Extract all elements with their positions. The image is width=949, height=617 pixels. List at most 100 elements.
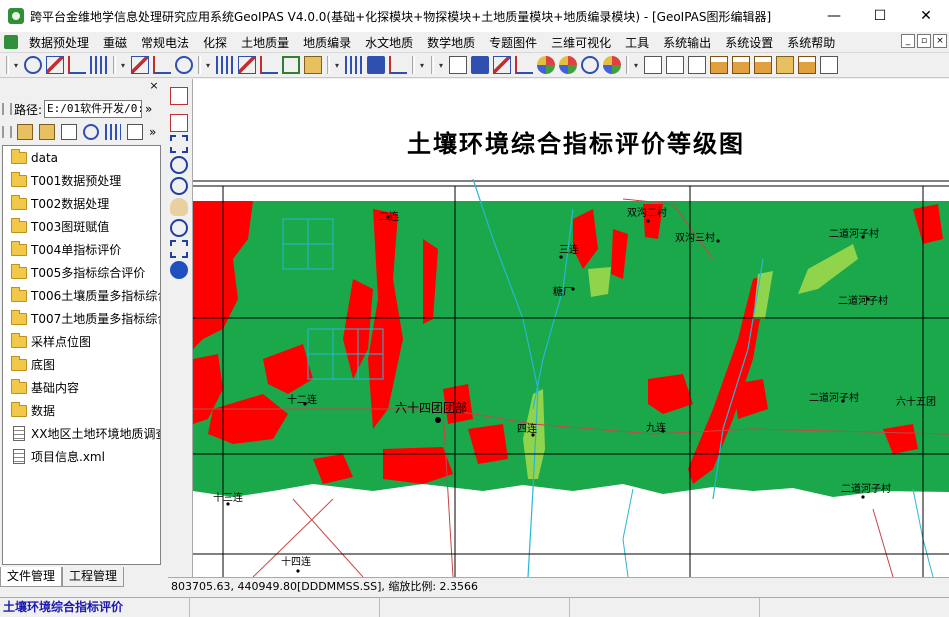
- menu-thematic[interactable]: 专题图件: [482, 34, 544, 51]
- toolbar-dropdown[interactable]: ▾: [119, 61, 127, 70]
- pan-hand-icon[interactable]: [170, 198, 188, 216]
- minimize-button[interactable]: —: [811, 0, 857, 32]
- map-canvas[interactable]: 土壤环境综合指标评价等级图 二连 双沟二村 双沟三村 三连 糖厂 二道河子村 二…: [192, 79, 949, 577]
- toolbar-grip[interactable]: [198, 56, 201, 74]
- select-icon[interactable]: [170, 87, 188, 105]
- histogram-icon[interactable]: [216, 56, 234, 74]
- properties-icon[interactable]: [105, 124, 121, 140]
- tree-item[interactable]: 数据: [3, 399, 160, 422]
- menu-hydro[interactable]: 水文地质: [358, 34, 420, 51]
- toolbar-grip[interactable]: [412, 56, 415, 74]
- grid-map-icon[interactable]: [471, 56, 489, 74]
- edit-icon[interactable]: [710, 56, 728, 74]
- print-icon[interactable]: [754, 56, 772, 74]
- file-tree[interactable]: data T001数据预处理 T002数据处理 T003图斑赋值 T004单指标…: [2, 145, 161, 565]
- stat-icon[interactable]: [367, 56, 385, 74]
- filter-icon[interactable]: [238, 56, 256, 74]
- close-button[interactable]: ✕: [903, 0, 949, 32]
- zoom-out-icon[interactable]: [170, 177, 188, 195]
- tools-more-button[interactable]: »: [149, 125, 156, 139]
- toolbar-grip[interactable]: [626, 56, 629, 74]
- line-chart-icon[interactable]: [282, 56, 300, 74]
- menu-math-geology[interactable]: 数学地质: [420, 34, 482, 51]
- toolbar-dropdown[interactable]: ▾: [12, 61, 20, 70]
- grid-icon[interactable]: [90, 56, 108, 74]
- open-icon[interactable]: [127, 124, 143, 140]
- maximize-button[interactable]: ☐: [857, 0, 903, 32]
- mdi-restore-button[interactable]: ▫: [917, 34, 931, 48]
- toolbar-grip[interactable]: [431, 56, 434, 74]
- help-icon[interactable]: [170, 261, 188, 279]
- ternary-icon[interactable]: [515, 56, 533, 74]
- menu-tools[interactable]: 工具: [618, 34, 656, 51]
- new-folder-icon[interactable]: [39, 124, 55, 140]
- zoom-in-icon[interactable]: [170, 156, 188, 174]
- refresh-view-icon[interactable]: [170, 219, 188, 237]
- note-icon[interactable]: [732, 56, 750, 74]
- target-icon[interactable]: [581, 56, 599, 74]
- layer-icon[interactable]: [304, 56, 322, 74]
- view-icon[interactable]: [61, 124, 77, 140]
- zoom-tool-icon[interactable]: [24, 56, 42, 74]
- toolbar-dropdown[interactable]: ▾: [333, 61, 341, 70]
- tree-item[interactable]: T005多指标综合评价: [3, 261, 160, 284]
- tree-item[interactable]: 项目信息.xml: [3, 445, 160, 468]
- contour-map-icon[interactable]: [493, 56, 511, 74]
- tree-item[interactable]: T001数据预处理: [3, 169, 160, 192]
- up-folder-icon[interactable]: [17, 124, 33, 140]
- table-icon[interactable]: [666, 56, 684, 74]
- star-icon[interactable]: [170, 240, 188, 258]
- menu-data-preprocess[interactable]: 数据预处理: [22, 34, 96, 51]
- refresh-icon[interactable]: [83, 124, 99, 140]
- document-icon[interactable]: [4, 35, 18, 49]
- mosaic-icon[interactable]: [603, 56, 621, 74]
- actual-size-icon[interactable]: [170, 114, 188, 132]
- tree-item[interactable]: T006土壤质量多指标综合: [3, 284, 160, 307]
- menu-electric[interactable]: 常规电法: [134, 34, 196, 51]
- chart-icon[interactable]: [389, 56, 407, 74]
- menu-gravity-magnetic[interactable]: 重磁: [96, 34, 134, 51]
- transform-icon[interactable]: [260, 56, 278, 74]
- export-icon[interactable]: [776, 56, 794, 74]
- calc-icon[interactable]: [644, 56, 662, 74]
- profile-icon[interactable]: [131, 56, 149, 74]
- tree-item[interactable]: XX地区土地环境地质调查: [3, 422, 160, 445]
- document-export-icon[interactable]: [820, 56, 838, 74]
- contour-icon[interactable]: [175, 56, 193, 74]
- tree-item[interactable]: T002数据处理: [3, 192, 160, 215]
- tree-item[interactable]: 基础内容: [3, 376, 160, 399]
- venn-icon[interactable]: [559, 56, 577, 74]
- toolbar-dropdown[interactable]: ▾: [632, 61, 640, 70]
- tree-item[interactable]: T007土地质量多指标综合: [3, 307, 160, 330]
- menu-land-quality[interactable]: 土地质量: [234, 34, 296, 51]
- tree-item[interactable]: T004单指标评价: [3, 238, 160, 261]
- panel-close-button[interactable]: ×: [148, 80, 160, 92]
- sheet-icon[interactable]: [688, 56, 706, 74]
- curve-icon[interactable]: [153, 56, 171, 74]
- mdi-close-button[interactable]: ×: [933, 34, 947, 48]
- menu-settings[interactable]: 系统设置: [718, 34, 780, 51]
- title-bar[interactable]: 跨平台金维地学信息处理研究应用系统GeoIPAS V4.0.0(基础+化探模块+…: [0, 0, 949, 32]
- toolbar-dropdown[interactable]: ▾: [437, 61, 445, 70]
- color-palette-icon[interactable]: [537, 56, 555, 74]
- tab-file-manager[interactable]: 文件管理: [0, 567, 63, 587]
- frame-icon[interactable]: [449, 56, 467, 74]
- mdi-minimize-button[interactable]: _: [901, 34, 915, 48]
- tree-item[interactable]: 采样点位图: [3, 330, 160, 353]
- menu-help[interactable]: 系统帮助: [780, 34, 842, 51]
- sort-icon[interactable]: [345, 56, 363, 74]
- menu-geology-log[interactable]: 地质编录: [296, 34, 358, 51]
- toolbar-dropdown[interactable]: ▾: [204, 61, 212, 70]
- report-icon[interactable]: [798, 56, 816, 74]
- menu-geochem[interactable]: 化探: [196, 34, 234, 51]
- toolbar-grip[interactable]: [6, 56, 9, 74]
- path-input[interactable]: E:/01软件开发/0:: [44, 100, 143, 118]
- tree-item[interactable]: 底图: [3, 353, 160, 376]
- tree-item[interactable]: data: [3, 146, 160, 169]
- draw-line-icon[interactable]: [46, 56, 64, 74]
- toolbar-dropdown[interactable]: ▾: [418, 61, 426, 70]
- menu-3d[interactable]: 三维可视化: [544, 34, 618, 51]
- toolbar-grip[interactable]: [327, 56, 330, 74]
- tree-item[interactable]: T003图斑赋值: [3, 215, 160, 238]
- fit-extent-icon[interactable]: [170, 135, 188, 153]
